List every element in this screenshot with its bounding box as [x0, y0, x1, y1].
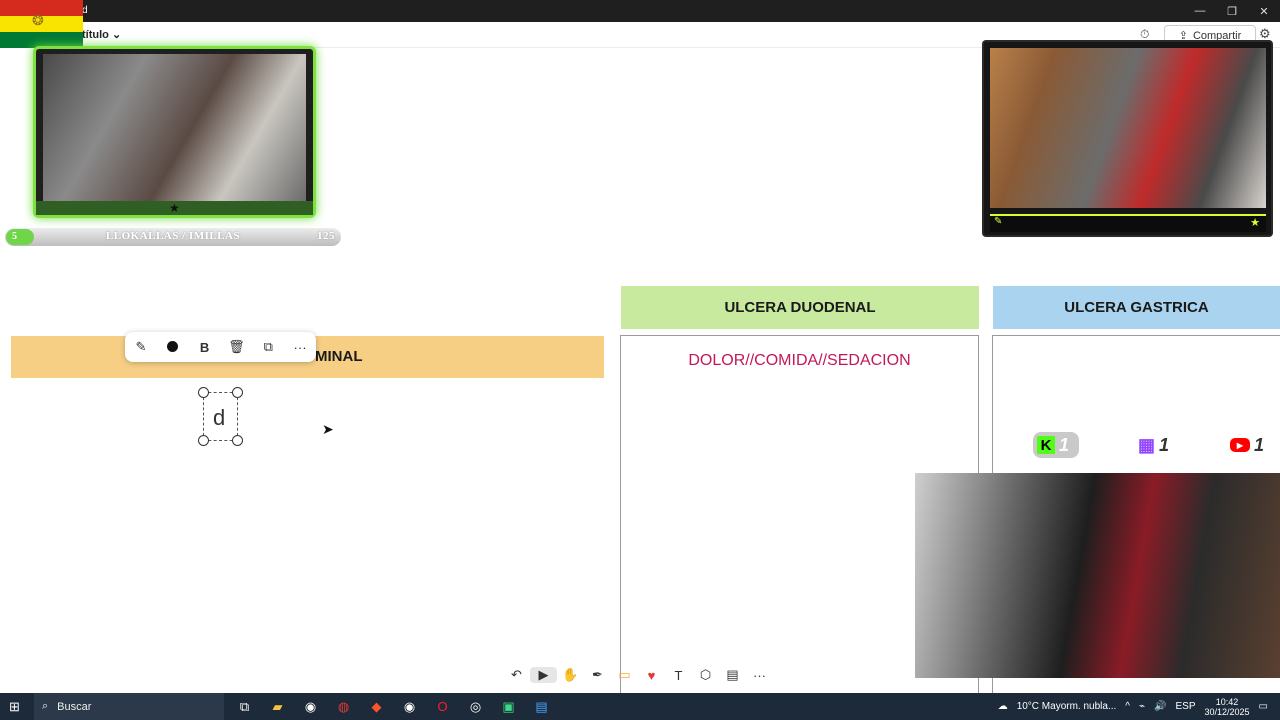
header-ulcera-gastrica[interactable]: ULCERA GASTRICA: [993, 286, 1280, 329]
android-studio-icon[interactable]: ▣: [492, 699, 525, 715]
app-window: d — ❐ ✕ título ⌄ ⏱ ⇪ Compartir ⚙ ❂ ★ 5 LL…: [0, 0, 1280, 720]
taskbar-search[interactable]: ⌕ Buscar: [34, 693, 224, 720]
chevron-down-icon: ⌄: [111, 29, 122, 41]
language-indicator[interactable]: ESP: [1175, 701, 1195, 712]
webcam-video: [990, 48, 1266, 208]
resize-handle[interactable]: [198, 387, 209, 398]
kick-count: 1: [1059, 434, 1070, 455]
player-count: 125: [317, 230, 335, 242]
tray-overflow-icon[interactable]: ^: [1125, 701, 1130, 712]
bolivia-flag-icon: ❂: [0, 0, 83, 48]
youtube-count: 1: [1254, 434, 1265, 455]
star-icon: ★: [1250, 217, 1260, 229]
webcam-overlay-left: ★: [33, 46, 316, 218]
resize-handle[interactable]: [232, 435, 243, 446]
header-ulcera-duodenal[interactable]: ULCERA DUODENAL: [621, 286, 979, 329]
duodenal-note-text[interactable]: DOLOR//COMIDA//SEDACION: [621, 352, 978, 370]
twitch-count: 1: [1159, 434, 1170, 455]
selected-text[interactable]: d: [213, 405, 225, 431]
undo-icon[interactable]: ↶: [503, 667, 530, 683]
close-button[interactable]: ✕: [1248, 0, 1280, 22]
app-red-icon[interactable]: ◍: [327, 699, 360, 715]
system-tray: ☁ 10°C Mayorm. nubla... ^ ⌁ 🔊 ESP 10:42 …: [998, 693, 1280, 720]
notifications-icon[interactable]: ▭: [1259, 701, 1268, 712]
player-name-bar: 5 LLOKALLAS / IMILLAS 125: [5, 228, 341, 246]
color-dot-button[interactable]: [162, 340, 184, 355]
task-view-icon[interactable]: ⧉: [228, 699, 261, 715]
header-abdominal-text: MINAL: [315, 348, 363, 365]
weather-text[interactable]: 10°C Mayorm. nubla...: [1017, 701, 1117, 712]
pencil-icon: ✎: [994, 216, 1003, 227]
webcam-frame-bar: ✎ ★: [990, 214, 1266, 232]
player-name: LLOKALLAS / IMILLAS: [105, 230, 241, 242]
sticky-note-icon[interactable]: ▭: [611, 667, 638, 683]
resize-handle[interactable]: [232, 387, 243, 398]
document-title-text: título: [82, 29, 109, 41]
pencil-icon[interactable]: ✎: [130, 339, 152, 355]
file-explorer-icon[interactable]: ▰: [261, 699, 294, 715]
copy-icon[interactable]: ⧉: [257, 339, 279, 355]
taskbar-apps: ⧉ ▰ ◉ ◍ ◆ ◉ O ◎ ▣ ▤: [228, 693, 558, 720]
kick-counter: K1: [1033, 432, 1079, 458]
twitch-counter: ▦ 1: [1138, 432, 1169, 458]
pen-tool-icon[interactable]: ✒: [584, 667, 611, 683]
document-title[interactable]: título ⌄: [82, 28, 121, 41]
context-toolbar: ✎ B 🗑 ⧉ ···: [125, 332, 316, 362]
taskbar: ⊞ ⌕ Buscar ⧉ ▰ ◉ ◍ ◆ ◉ O ◎ ▣ ▤ ☁ 10°C May…: [0, 693, 1280, 720]
weather-icon[interactable]: ☁: [998, 701, 1008, 712]
webcam-overlay-desk: [915, 473, 1280, 678]
minimize-button[interactable]: —: [1184, 0, 1216, 22]
clock[interactable]: 10:42 30/12/2025: [1205, 697, 1250, 717]
kick-icon: K: [1037, 436, 1055, 454]
steam-alt-icon[interactable]: ◉: [393, 699, 426, 715]
table-tool-icon[interactable]: ▤: [719, 667, 746, 683]
more-icon[interactable]: ···: [746, 668, 773, 683]
twitch-icon: ▦: [1138, 434, 1156, 455]
mouse-cursor-icon: ➤: [322, 421, 334, 437]
more-icon[interactable]: ···: [289, 340, 311, 355]
search-placeholder: Buscar: [57, 700, 92, 713]
trash-icon[interactable]: 🗑: [225, 339, 247, 355]
webcam-overlay-right: ✎ ★: [982, 40, 1273, 237]
youtube-icon: ▶: [1230, 438, 1250, 452]
windows-start-icon[interactable]: ⊞: [9, 699, 20, 715]
network-icon[interactable]: ⌁: [1139, 701, 1145, 712]
search-icon: ⌕: [42, 700, 49, 712]
clock-time: 10:42: [1215, 696, 1239, 707]
youtube-counter: ▶ 1: [1230, 432, 1264, 458]
selected-text-box[interactable]: d: [198, 387, 243, 446]
obs-icon[interactable]: ◎: [459, 699, 492, 715]
clock-date: 30/12/2025: [1204, 706, 1250, 717]
whiteboard-app-icon[interactable]: ▤: [525, 699, 558, 715]
heart-icon[interactable]: ♥: [638, 668, 665, 683]
hand-tool-icon[interactable]: ✋: [557, 667, 584, 683]
volume-icon[interactable]: 🔊: [1154, 701, 1166, 712]
title-bar: d — ❐ ✕: [0, 0, 1280, 22]
brave-icon[interactable]: ◆: [360, 699, 393, 715]
coat-of-arms-icon: ❂: [32, 12, 44, 28]
shapes-tool-icon[interactable]: ⬡: [692, 667, 719, 683]
select-tool-icon[interactable]: ▶: [530, 667, 557, 683]
bold-button[interactable]: B: [194, 340, 216, 355]
star-icon: ★: [169, 201, 180, 215]
maximize-button[interactable]: ❐: [1216, 0, 1248, 22]
text-tool-icon[interactable]: T: [665, 668, 692, 683]
opera-icon[interactable]: O: [426, 699, 459, 714]
webcam-video: [43, 54, 306, 202]
steam-icon[interactable]: ◉: [294, 699, 327, 715]
resize-handle[interactable]: [198, 435, 209, 446]
bottom-toolbar: ↶ ▶ ✋ ✒ ▭ ♥ T ⬡ ▤ ···: [503, 661, 779, 689]
